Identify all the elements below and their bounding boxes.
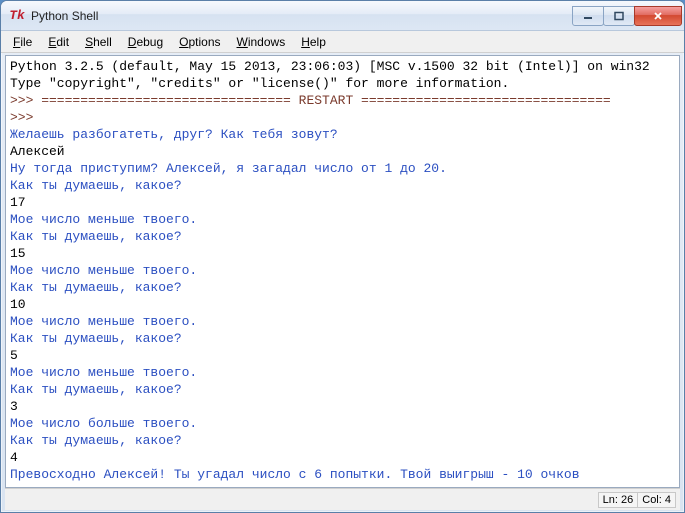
terminal-line: Превосходно Алексей! Ты угадал число с 6… [10,466,675,483]
terminal-line: Алексей [10,143,675,160]
window-frame: Tk Python Shell FileEditShellDebugOption… [0,0,685,513]
terminal-line: Мое число меньше твоего. [10,364,675,381]
ln-label: Ln: [603,494,618,506]
menu-options[interactable]: Options [171,33,228,51]
menu-shell[interactable]: Shell [77,33,120,51]
terminal-line: >>> [10,109,675,126]
menubar: FileEditShellDebugOptionsWindowsHelp [1,31,684,53]
terminal-line: Мое число меньше твоего. [10,313,675,330]
terminal-line: Как ты думаешь, какое? [10,177,675,194]
terminal-line: Type "copyright", "credits" or "license(… [10,75,675,92]
terminal-line: Как ты думаешь, какое? [10,381,675,398]
app-icon: Tk [9,8,25,24]
terminal-line: 3 [10,398,675,415]
terminal-output[interactable]: Python 3.2.5 (default, May 15 2013, 23:0… [6,56,679,487]
content-area: Python 3.2.5 (default, May 15 2013, 23:0… [5,55,680,488]
window-title: Python Shell [31,9,573,23]
terminal-line: >>> [10,483,675,487]
terminal-line: Как ты думаешь, какое? [10,330,675,347]
terminal-line: 4 [10,449,675,466]
terminal-line: Python 3.2.5 (default, May 15 2013, 23:0… [10,58,675,75]
maximize-button[interactable] [603,6,635,26]
terminal-line: 10 [10,296,675,313]
terminal-line: 15 [10,245,675,262]
col-label: Col: [642,494,662,506]
terminal-line: Как ты думаешь, какое? [10,228,675,245]
terminal-line: Мое число меньше твоего. [10,262,675,279]
status-col: Col: 4 [637,492,676,508]
menu-windows[interactable]: Windows [229,33,294,51]
titlebar[interactable]: Tk Python Shell [1,1,684,31]
terminal-line: >>> ================================ RES… [10,92,675,109]
col-value: 4 [665,494,671,506]
menu-help[interactable]: Help [293,33,334,51]
terminal-line: Как ты думаешь, какое? [10,279,675,296]
terminal-line: Ну тогда приступим? Алексей, я загадал ч… [10,160,675,177]
menu-debug[interactable]: Debug [120,33,171,51]
menu-file[interactable]: File [5,33,40,51]
status-line: Ln: 26 [598,492,639,508]
terminal-line: 17 [10,194,675,211]
window-controls [573,6,682,26]
statusbar: Ln: 26 Col: 4 [5,488,680,510]
terminal-line: 5 [10,347,675,364]
close-button[interactable] [634,6,682,26]
terminal-line: Мое число меньше твоего. [10,211,675,228]
terminal-line: Как ты думаешь, какое? [10,432,675,449]
minimize-button[interactable] [572,6,604,26]
menu-edit[interactable]: Edit [40,33,77,51]
ln-value: 26 [621,494,633,506]
terminal-line: Желаешь разбогатеть, друг? Как тебя зову… [10,126,675,143]
terminal-line: Мое число больше твоего. [10,415,675,432]
